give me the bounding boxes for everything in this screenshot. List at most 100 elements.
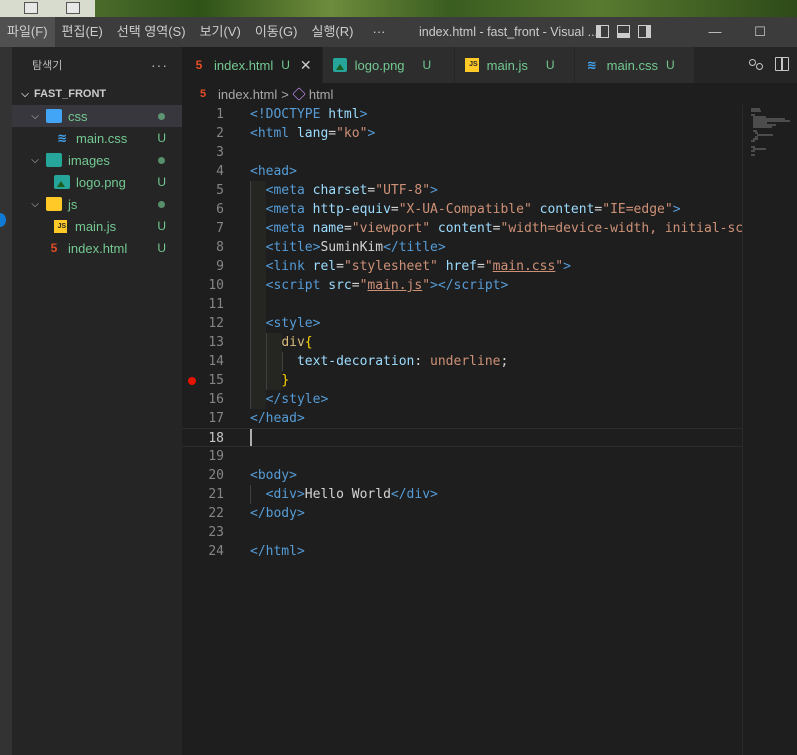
explorer-sidebar: 탐색기 ··· ⌵ FAST_FRONT ⌵ css ≋ main.css U …	[12, 47, 182, 755]
project-root[interactable]: ⌵ FAST_FRONT	[12, 83, 182, 105]
code-line[interactable]: 4 <head>	[182, 162, 742, 181]
breadcrumb: 5 index.html > html	[182, 83, 797, 105]
breadcrumb-file[interactable]: index.html	[218, 87, 277, 102]
minimap[interactable]	[742, 105, 797, 755]
line-code: <meta http-equiv="X-UA-Compatible" conte…	[265, 202, 681, 217]
menu-file[interactable]: 파일(F)	[0, 17, 55, 47]
project-name: FAST_FRONT	[34, 88, 107, 100]
line-number: 22	[208, 506, 224, 521]
code-line[interactable]: 16 </style>	[182, 390, 742, 409]
split-editor-icon[interactable]	[775, 57, 789, 71]
tree-item-js[interactable]: ⌵ js	[12, 193, 182, 215]
code-line[interactable]: 12 <style>	[182, 314, 742, 333]
tree-item-main-js[interactable]: JS main.js U	[12, 215, 182, 237]
untracked-badge: U	[665, 58, 675, 72]
code-line[interactable]: 13 div{	[182, 333, 742, 352]
code-line[interactable]: 7 <meta name="viewport" content="width=d…	[182, 219, 751, 238]
line-number: 23	[208, 525, 224, 540]
toggle-sidebar-icon[interactable]	[596, 25, 609, 38]
menu-go[interactable]: 이동(G)	[248, 17, 305, 47]
accounts-badge[interactable]	[0, 213, 6, 227]
line-number: 7	[216, 221, 224, 236]
line-number: 20	[208, 468, 224, 483]
css-file-icon: ≋	[56, 131, 68, 145]
symbol-element-icon	[292, 87, 306, 101]
tab-label: logo.png	[354, 57, 405, 73]
code-line[interactable]: 18	[182, 428, 742, 447]
line-code: <meta charset="UTF-8">	[265, 183, 438, 198]
tab-main-js[interactable]: JS main.js U	[454, 47, 575, 83]
minimap-line	[753, 126, 772, 128]
maximize-button[interactable]: ☐	[740, 17, 780, 47]
code-line[interactable]: 6 <meta http-equiv="X-UA-Compatible" con…	[182, 200, 742, 219]
line-number: 5	[216, 183, 224, 198]
breadcrumb-symbol[interactable]: html	[309, 87, 334, 102]
line-code: div{	[281, 335, 313, 350]
folder-images-icon	[46, 153, 62, 167]
minimap-line	[751, 150, 756, 152]
untracked-badge: U	[422, 58, 432, 72]
code-line[interactable]: 9 <link rel="stylesheet" href="main.css"…	[182, 257, 742, 276]
line-code: <meta name="viewport" content="width=dev…	[265, 221, 751, 236]
menu-selection[interactable]: 선택 영역(S)	[110, 17, 193, 47]
code-line[interactable]: 15 }	[182, 371, 742, 390]
chevron-down-icon: ⌵	[21, 88, 29, 100]
line-number: 18	[208, 431, 224, 446]
code-line[interactable]: 24 </html>	[182, 542, 742, 561]
modified-dot-icon	[158, 113, 165, 120]
line-code: }	[281, 373, 290, 388]
code-line[interactable]: 17 </head>	[182, 409, 742, 428]
tree-item-main-css[interactable]: ≋ main.css U	[12, 127, 182, 149]
code-line[interactable]: 20 <body>	[182, 466, 742, 485]
code-line[interactable]: 8 <title>SuminKim</title>	[182, 238, 742, 257]
code-line[interactable]: 11	[182, 295, 742, 314]
tree-item-images[interactable]: ⌵ images	[12, 149, 182, 171]
tree-item-logo-png[interactable]: logo.png U	[12, 171, 182, 193]
line-number: 17	[208, 411, 224, 426]
line-code: <link rel="stylesheet" href="main.css">	[265, 259, 571, 274]
explorer-header: 탐색기 ···	[12, 47, 182, 83]
minimize-button[interactable]: —	[695, 17, 735, 47]
line-number: 9	[216, 259, 224, 274]
code-line[interactable]: 5 <meta charset="UTF-8">	[182, 181, 742, 200]
tab-logo-png[interactable]: logo.png U	[322, 47, 455, 83]
code-line[interactable]: 10 <script src="main.js"></script>	[182, 276, 742, 295]
line-code: <!DOCTYPE html>	[250, 107, 368, 122]
code-line[interactable]: 23	[182, 523, 742, 542]
tab-main-css[interactable]: ≋ main.css U	[574, 47, 695, 83]
code-editor[interactable]: 1 <!DOCTYPE html> 2 <html lang="ko"> 3 4 <head…	[182, 105, 751, 755]
code-line[interactable]: 3	[182, 143, 742, 162]
menu-view[interactable]: 보기(V)	[193, 17, 248, 47]
code-line[interactable]: 14 text-decoration: underline;	[182, 352, 742, 371]
line-number: 4	[216, 164, 224, 179]
line-code: <head>	[250, 164, 297, 179]
close-icon[interactable]: ✕	[300, 57, 312, 74]
tab-index-html[interactable]: 5 index.html U ✕	[182, 47, 323, 83]
line-number: 13	[208, 335, 224, 350]
code-line[interactable]: 2 <html lang="ko">	[182, 124, 742, 143]
code-line[interactable]: 19	[182, 447, 742, 466]
css-file-icon: ≋	[586, 58, 597, 72]
modified-dot-icon	[158, 201, 165, 208]
desktop-window-button	[66, 2, 80, 14]
menu-run[interactable]: 실행(R)	[305, 17, 361, 47]
folder-css-icon	[46, 109, 62, 123]
line-number: 21	[208, 487, 224, 502]
toggle-secondary-sidebar-icon[interactable]	[638, 25, 651, 38]
line-code: <script src="main.js"></script>	[265, 278, 509, 293]
code-line[interactable]: 1 <!DOCTYPE html>	[182, 105, 742, 124]
tree-item-label: main.css	[76, 130, 128, 146]
line-number: 12	[208, 316, 224, 331]
line-number: 2	[216, 126, 224, 141]
desktop-window-button	[24, 2, 38, 14]
compare-changes-icon[interactable]	[749, 57, 763, 71]
code-line[interactable]: 21 <div>Hello World</div>	[182, 485, 742, 504]
tree-item-index-html[interactable]: 5 index.html U	[12, 237, 182, 259]
tree-item-label: logo.png	[76, 174, 126, 190]
code-line[interactable]: 22 </body>	[182, 504, 742, 523]
tree-item-css[interactable]: ⌵ css	[12, 105, 182, 127]
explorer-more-button[interactable]: ···	[151, 57, 168, 73]
menu-more[interactable]: ···	[360, 17, 392, 47]
toggle-panel-icon[interactable]	[617, 25, 630, 38]
menu-edit[interactable]: 편집(E)	[55, 17, 110, 47]
